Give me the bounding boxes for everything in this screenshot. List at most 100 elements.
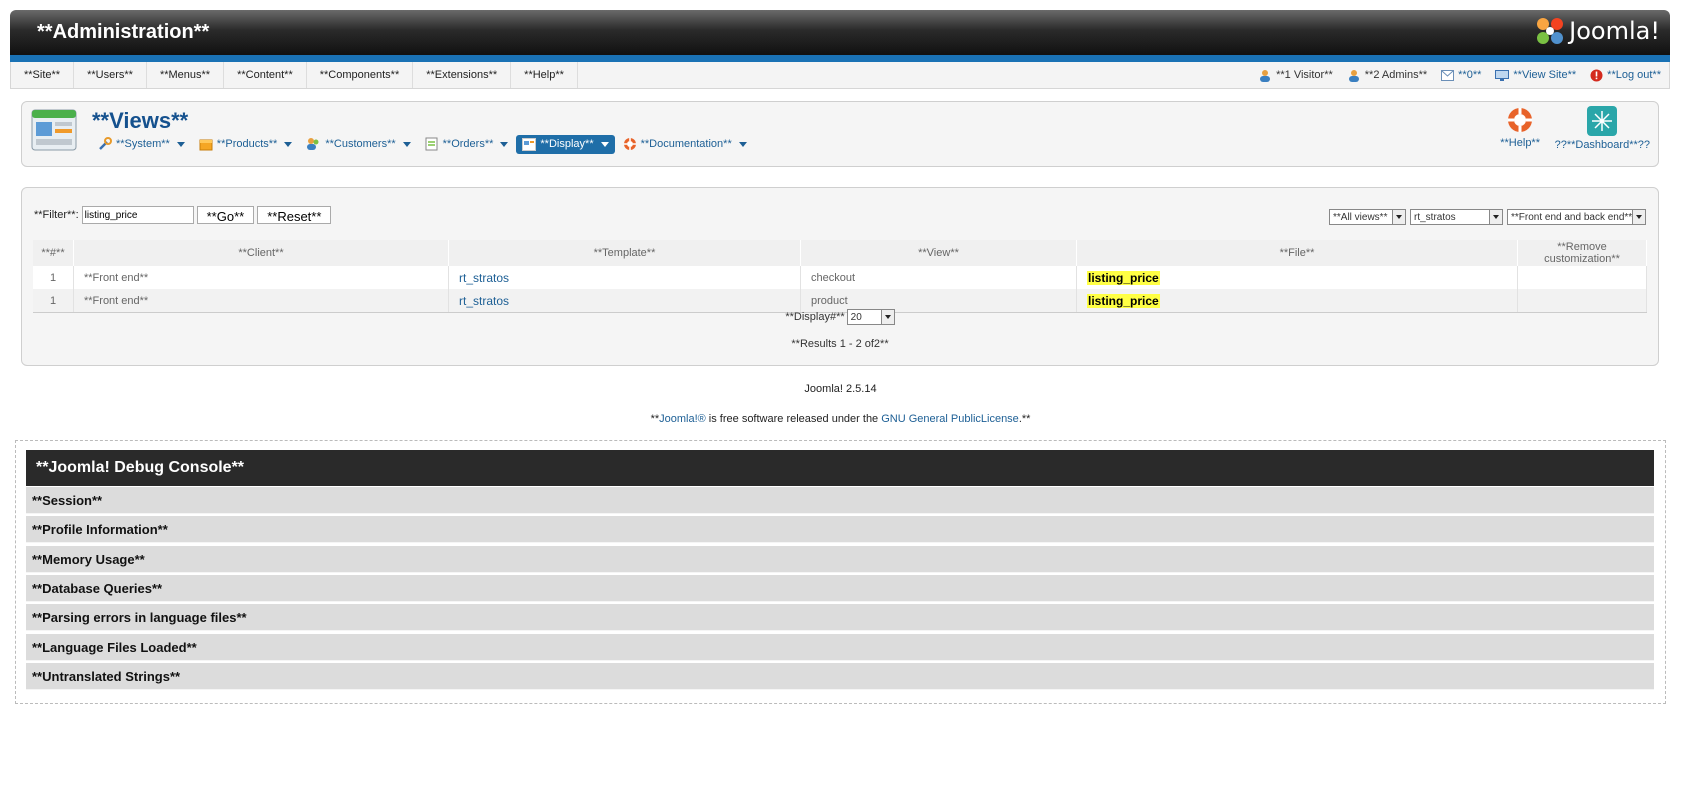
template-link[interactable]: rt_stratos [459,271,509,285]
debug-console: **Joomla! Debug Console** **Session** **… [15,440,1666,704]
view-site-label[interactable]: **View Site** [1513,69,1576,81]
display-icon [522,137,537,151]
display-select-value: 20 [850,311,862,323]
scope-select-value: **Front end and back end** [1511,211,1633,223]
views-select[interactable]: **All views** [1329,209,1406,225]
display-select[interactable]: 20 [846,309,895,325]
views-select-value: **All views** [1333,211,1388,223]
col-file[interactable]: **File** [1076,240,1518,266]
debug-section-parsing-errors[interactable]: **Parsing errors in language files** [26,604,1654,631]
scope-select[interactable]: **Front end and back end** [1507,209,1646,225]
menu-users[interactable]: **Users** [74,62,147,88]
admin-header: **Administration** Joomla! [10,10,1670,55]
dropdown-arrow-icon [1489,210,1502,224]
dropdown-arrow-icon [1392,210,1405,224]
debug-section-untranslated[interactable]: **Untranslated Strings** [26,663,1654,690]
col-template[interactable]: **Template** [448,240,801,266]
orders-icon [425,137,438,151]
dropdown-arrow-icon [1632,210,1645,224]
go-button[interactable]: **Go** [196,206,255,224]
debug-console-title: **Joomla! Debug Console** [26,450,1654,486]
chevron-down-icon [500,141,509,147]
template-link[interactable]: rt_stratos [459,294,509,308]
visitors-count: **1 Visitor** [1276,69,1333,81]
submenu-orders[interactable]: **Orders** [419,134,515,154]
content-box: **Filter**: **Go** **Reset** **All views… [21,187,1659,366]
col-remove: **Remove customization** [1517,240,1647,266]
submenu-customers[interactable]: **Customers** [300,134,416,154]
lifebuoy-icon [623,138,636,150]
debug-section-profile[interactable]: **Profile Information** [26,516,1654,543]
menu-extensions[interactable]: **Extensions** [413,62,512,88]
joomla-link[interactable]: Joomla!® [659,413,706,425]
submenu-documentation[interactable]: **Documentation** [617,134,753,154]
component-submenu: **System** **Products** **Customers** **… [92,134,755,154]
file-link[interactable]: listing_price [1087,270,1160,285]
box-icon [199,139,213,151]
version-text: Joomla! 2.5.14 [804,383,877,395]
page-header-box: **Views** **System** **Products** **Cust… [21,101,1659,167]
menu-site[interactable]: **Site** [11,62,75,88]
messages-status[interactable]: **0** [1441,69,1481,81]
col-view[interactable]: **View** [800,240,1077,266]
logout-icon [1590,69,1603,81]
logo-text: Joomla! [1569,17,1660,45]
dashboard-icon [1587,106,1618,136]
help-button[interactable]: **Help** [1500,106,1540,149]
submenu-system[interactable]: **System** [92,134,191,154]
row-view: checkout [800,266,1077,289]
logout-link[interactable]: **Log out** [1590,69,1661,82]
debug-section-memory[interactable]: **Memory Usage** [26,546,1654,573]
views-icon [31,109,77,151]
help-lifebuoy-icon [1508,108,1533,132]
help-label: **Help** [1500,137,1540,149]
view-site-link[interactable]: **View Site** [1495,69,1576,81]
menu-help[interactable]: **Help** [511,62,578,88]
debug-section-queries[interactable]: **Database Queries** [26,575,1654,602]
submenu-display-label: **Display** [540,138,594,150]
users-icon [307,138,319,150]
template-select[interactable]: rt_stratos [1410,209,1503,225]
monitor-icon [1495,69,1510,81]
template-select-value: rt_stratos [1414,211,1456,223]
accent-bar [10,55,1670,62]
chevron-down-icon [402,141,411,147]
submenu-documentation-label: **Documentation** [640,138,732,150]
chevron-down-icon [600,141,609,147]
submenu-products[interactable]: **Products** [193,134,299,154]
joomla-logo[interactable]: Joomla! [1535,16,1660,46]
dashboard-button[interactable]: ??**Dashboard**?? [1555,106,1650,151]
filter-selects: **All views** rt_stratos **Front end and… [1329,209,1646,225]
reset-button[interactable]: **Reset** [257,206,332,224]
menu-components[interactable]: **Components** [307,62,414,88]
submenu-system-label: **System** [116,138,170,150]
admins-count: **2 Admins** [1364,69,1428,81]
joomla-logo-icon [1537,18,1564,44]
debug-section-session[interactable]: **Session** [26,487,1654,514]
submenu-orders-label: **Orders** [442,138,494,150]
row-client: **Front end** [73,266,449,289]
menu-content[interactable]: **Content** [224,62,307,88]
display-number: **Display#** 20 [22,309,1658,325]
submenu-display[interactable]: **Display** [516,134,615,154]
messages-count[interactable]: **0** [1458,69,1481,81]
debug-section-language-files[interactable]: **Language Files Loaded** [26,634,1654,661]
dropdown-arrow-icon [880,310,894,324]
table-row: 1 **Front end** rt_stratos checkout list… [33,266,1647,289]
main-menu: **Site** **Users** **Menus** **Content**… [10,62,1670,89]
license-suffix: .** [1018,413,1031,425]
row-num: 1 [33,266,74,289]
logout-label[interactable]: **Log out** [1607,69,1661,81]
table-header-row: **#** **Client** **Template** **View** *… [33,240,1647,266]
col-client[interactable]: **Client** [73,240,449,266]
gnu-license-link[interactable]: GNU General PublicLicense [881,413,1019,425]
submenu-products-label: **Products** [216,138,278,150]
menu-menus[interactable]: **Menus** [147,62,225,88]
file-link[interactable]: listing_price [1087,293,1160,308]
views-table: **#** **Client** **Template** **View** *… [33,240,1647,313]
visitors-status: **1 Visitor** [1258,69,1333,82]
filter-input[interactable] [81,206,194,224]
col-num[interactable]: **#** [33,240,74,266]
chevron-down-icon [738,141,747,147]
visitor-icon [1260,69,1271,82]
